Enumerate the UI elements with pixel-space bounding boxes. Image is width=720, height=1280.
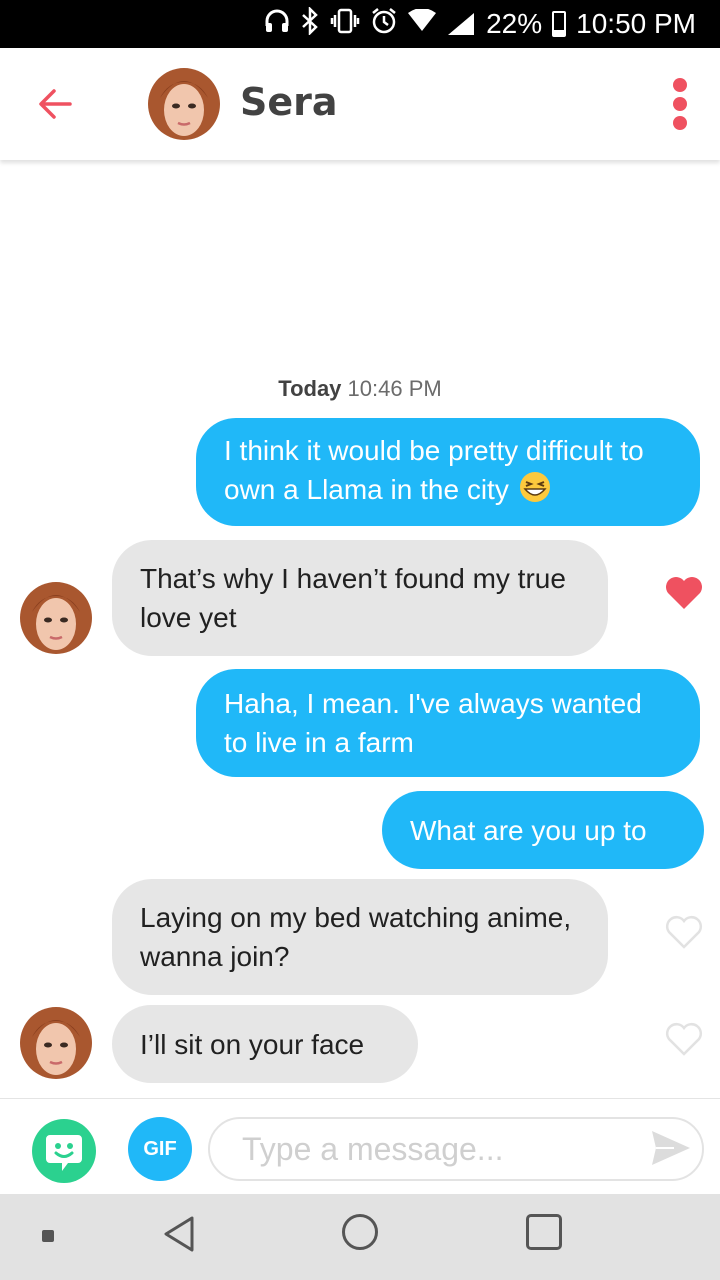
contact-avatar[interactable] (148, 68, 220, 140)
contact-name[interactable]: Sera (240, 80, 338, 124)
nav-home-icon[interactable] (342, 1214, 378, 1250)
grinning-squinting-face-emoji (517, 471, 553, 513)
battery-percent: 22% (486, 8, 543, 39)
gif-button[interactable]: GIF (128, 1117, 192, 1181)
sticker-button[interactable] (32, 1119, 96, 1183)
liked-heart-icon[interactable] (664, 575, 704, 611)
message-text: I’ll sit on your face (140, 1028, 365, 1060)
status-icons: 22% 10:50 PM (264, 0, 696, 48)
outgoing-message-bubble[interactable]: What are you up to (382, 791, 704, 869)
alarm-icon (370, 7, 398, 41)
incoming-message-bubble[interactable]: I’ll sit on your face (112, 1005, 418, 1083)
conversation-timestamp: Today 10:46 PM (0, 376, 720, 402)
message-text: I think it would be pretty difficult to … (224, 431, 672, 513)
vibrate-icon (330, 8, 360, 40)
battery-icon (552, 11, 567, 37)
system-nav-bar (0, 1194, 720, 1280)
message-text: Haha, I mean. I've always wanted to live… (224, 688, 642, 758)
contact-avatar-small[interactable] (20, 1007, 92, 1079)
nav-recents-icon[interactable] (526, 1214, 562, 1250)
timestamp-day: Today (278, 376, 342, 401)
timestamp-time: 10:46 PM (347, 376, 442, 401)
incoming-message-bubble[interactable]: Laying on my bed watching anime, wanna j… (112, 879, 608, 995)
status-bar: 22% 10:50 PM (0, 0, 720, 48)
incoming-message-bubble[interactable]: That’s why I haven’t found my true love … (112, 540, 608, 656)
back-arrow-icon[interactable] (36, 84, 76, 124)
clock: 10:50 PM (576, 8, 696, 39)
chat-header: Sera (0, 48, 720, 160)
contact-avatar-small[interactable] (20, 582, 92, 654)
more-options-icon[interactable] (668, 78, 692, 130)
message-text: That’s why I haven’t found my true love … (140, 563, 566, 633)
wifi-icon (408, 8, 437, 39)
bluetooth-icon (300, 5, 320, 41)
outgoing-message-bubble[interactable]: I think it would be pretty difficult to … (196, 418, 700, 526)
message-composer: GIF Type a message... (0, 1098, 720, 1194)
nav-indicator-icon (42, 1230, 54, 1242)
message-text: Laying on my bed watching anime, wanna j… (140, 902, 572, 972)
message-input[interactable]: Type a message... (208, 1117, 704, 1181)
outgoing-message-bubble[interactable]: Haha, I mean. I've always wanted to live… (196, 669, 700, 777)
heart-outline-icon[interactable] (664, 1021, 704, 1057)
nav-back-icon[interactable] (160, 1214, 200, 1254)
cell-signal-icon (446, 11, 476, 37)
send-icon[interactable] (650, 1129, 692, 1167)
headphones-icon (264, 8, 290, 40)
message-text: What are you up to (410, 814, 647, 846)
heart-outline-icon[interactable] (664, 914, 704, 950)
